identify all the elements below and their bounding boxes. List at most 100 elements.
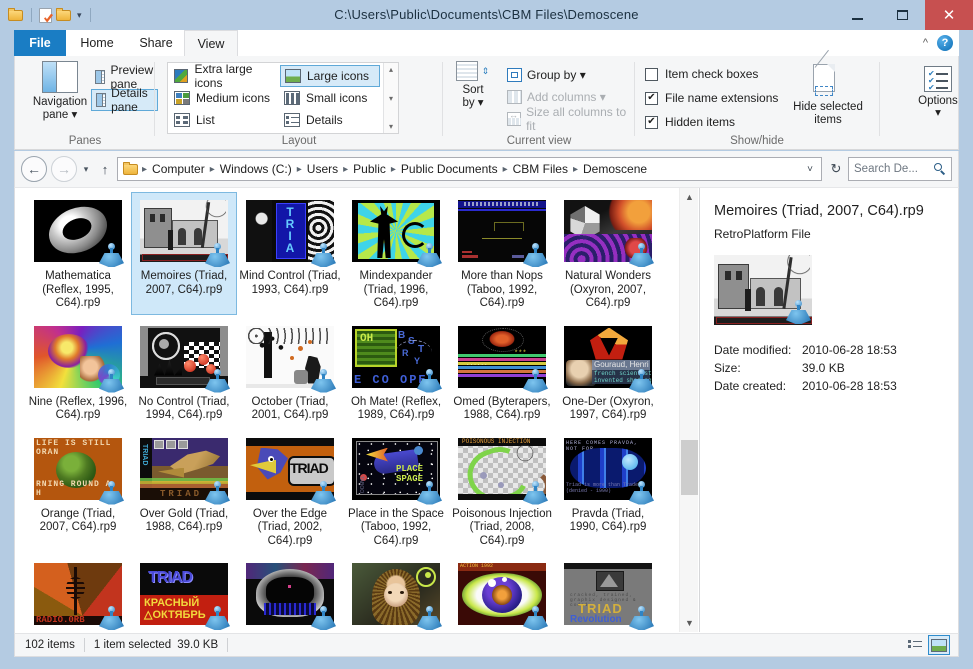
- view-details[interactable]: Details: [280, 109, 380, 131]
- joystick-overlay-icon: [415, 606, 443, 632]
- view-medium-icons[interactable]: Medium icons: [170, 87, 278, 109]
- file-item[interactable]: October (Triad, 2001, C64).rp9: [237, 318, 343, 427]
- item-check-boxes-option[interactable]: Item check boxes: [645, 67, 758, 81]
- back-button[interactable]: ←: [21, 156, 47, 182]
- file-name: Poisonous Injection (Triad, 2008, C64).r…: [452, 507, 552, 547]
- breadcrumb-users[interactable]: Users: [303, 162, 342, 176]
- file-item[interactable]: No Control (Triad, 1994, C64).rp9: [131, 318, 237, 427]
- scrollbar-thumb[interactable]: [681, 440, 698, 495]
- forward-button[interactable]: →: [51, 156, 77, 182]
- file-list[interactable]: Mathematica (Reflex, 1995, C64).rp9 Memo…: [15, 188, 699, 632]
- ribbon-group-label-layout: Layout: [281, 135, 317, 147]
- chevron-up-icon[interactable]: ^: [923, 37, 928, 49]
- joystick-overlay-icon: [309, 606, 337, 632]
- view-list[interactable]: List: [170, 109, 278, 131]
- breadcrumb-demoscene[interactable]: Demoscene: [579, 162, 651, 176]
- breadcrumb-public-documents[interactable]: Public Documents: [397, 162, 502, 176]
- thumbnail-wrap: [244, 321, 336, 393]
- file-item[interactable]: Mathematica (Reflex, 1995, C64).rp9: [25, 192, 131, 315]
- navigation-pane-button[interactable]: Navigation pane ▾: [23, 61, 97, 122]
- search-icon[interactable]: [934, 163, 946, 175]
- breadcrumb-public[interactable]: Public: [349, 162, 390, 176]
- file-item[interactable]: [343, 555, 449, 632]
- group-by-button[interactable]: Group by ▾: [503, 64, 590, 86]
- help-icon[interactable]: ?: [937, 35, 953, 51]
- joystick-overlay-icon: [309, 480, 337, 507]
- sort-by-button[interactable]: ⇕ Sort by ▾: [445, 61, 501, 110]
- view-extra-large-icons[interactable]: Extra large icons: [170, 62, 278, 90]
- file-item[interactable]: LIFE IS STILL ORAN RNING ROUND A H Orang…: [25, 430, 131, 553]
- large-icons-view-button[interactable]: [928, 635, 950, 655]
- file-item[interactable]: Mindexpander (Triad, 1996, C64).rp9: [343, 192, 449, 315]
- breadcrumb-computer[interactable]: Computer: [148, 162, 209, 176]
- joystick-overlay-icon: [309, 243, 337, 269]
- up-button[interactable]: ↑: [95, 162, 115, 177]
- file-item[interactable]: Natural Wonders (Oxyron, 2007, C64).rp9: [555, 192, 661, 315]
- file-item[interactable]: More than Nops (Taboo, 1992, C64).rp9: [449, 192, 555, 315]
- tab-home[interactable]: Home: [66, 30, 128, 56]
- file-item[interactable]: TRIAD Over the Edge (Triad, 2002, C64).r…: [237, 430, 343, 553]
- file-item-selected[interactable]: Memoires (Triad, 2007, C64).rp9: [131, 192, 237, 315]
- group-by-label: Group by ▾: [527, 68, 586, 82]
- new-folder-icon[interactable]: [56, 8, 72, 22]
- size-all-columns-button[interactable]: Size all columns to fit: [503, 105, 635, 133]
- file-item[interactable]: [237, 555, 343, 632]
- minimize-button[interactable]: [835, 0, 880, 30]
- item-check-boxes-checkbox[interactable]: [645, 67, 658, 81]
- hidden-items-option[interactable]: ✔ Hidden items: [645, 115, 735, 129]
- details-view-button[interactable]: [904, 635, 926, 655]
- item-check-boxes-label: Item check boxes: [665, 67, 759, 81]
- options-label-2: ▾: [935, 107, 941, 119]
- recent-locations-button[interactable]: ▾: [77, 164, 95, 175]
- file-name-extensions-option[interactable]: ✔ File name extensions: [645, 91, 778, 105]
- file-name-extensions-checkbox[interactable]: ✔: [645, 91, 658, 105]
- file-item[interactable]: TRIAD TRIAD Over Gold (Triad, 1988, C64)…: [131, 430, 237, 553]
- close-button[interactable]: ✕: [925, 0, 973, 30]
- file-item[interactable]: Gouraud, Henri french scientist invented …: [555, 318, 661, 427]
- hide-selected-items-button[interactable]: Hide selected items: [785, 49, 871, 127]
- refresh-button[interactable]: ↻: [824, 161, 848, 177]
- file-item[interactable]: *** ...... Omed (Byterapers, 1988, C64).…: [449, 318, 555, 427]
- file-item[interactable]: PLACE SPACE TABOO Place in the Space (Ta…: [343, 430, 449, 553]
- scroll-up-icon[interactable]: ▴: [389, 65, 393, 74]
- thumbnail-wrap: [138, 321, 230, 393]
- file-item[interactable]: TRIAD КРАСНЫЙ △ОКТЯБРЬ: [131, 555, 237, 632]
- hidden-items-checkbox[interactable]: ✔: [645, 115, 658, 129]
- scroll-up-button[interactable]: ▲: [680, 188, 699, 206]
- layout-list-scrollbar[interactable]: ▴ ▾ ▾: [383, 63, 398, 133]
- tab-view[interactable]: View: [184, 30, 238, 56]
- details-pane-button[interactable]: Details pane: [91, 86, 158, 114]
- joystick-overlay-icon: [97, 480, 125, 507]
- file-item[interactable]: cracked, trained, graphix designed & cod…: [555, 555, 661, 632]
- thumbnail-wrap: [138, 195, 230, 267]
- customize-qat-icon[interactable]: ▾: [76, 10, 83, 20]
- scroll-more-icon[interactable]: ▾: [389, 122, 393, 131]
- file-item[interactable]: Nine (Reflex, 1996, C64).rp9: [25, 318, 131, 427]
- list-view-icon: [174, 113, 190, 127]
- breadcrumb-bar[interactable]: ▸ Computer ▸ Windows (C:) ▸ Users ▸ Publ…: [117, 157, 822, 181]
- preview-pane-button[interactable]: Preview pane: [91, 63, 162, 91]
- view-small-icons[interactable]: Small icons: [280, 87, 380, 109]
- search-box[interactable]: Search De...: [848, 157, 952, 181]
- breadcrumb-windows-c[interactable]: Windows (C:): [216, 162, 296, 176]
- tab-share[interactable]: Share: [128, 30, 184, 56]
- window-controls: ✕: [835, 0, 973, 30]
- file-item[interactable]: POISONOUS INJECTION Poisonous Injection …: [449, 430, 555, 553]
- folder-icon[interactable]: [8, 8, 24, 22]
- chevron-down-icon[interactable]: ˅: [801, 164, 819, 175]
- file-item[interactable]: OH B S T R Y E CO OPE Oh Mate! (Reflex, …: [343, 318, 449, 427]
- file-item[interactable]: TRIA Mind Control (Triad, 1993, C64).rp9: [237, 192, 343, 315]
- scroll-down-icon[interactable]: ▾: [389, 94, 393, 103]
- file-item[interactable]: RADIO.0RB: [25, 555, 131, 632]
- scroll-down-button[interactable]: ▼: [680, 614, 699, 632]
- breadcrumb-cbm-files[interactable]: CBM Files: [509, 162, 572, 176]
- tab-file[interactable]: File: [14, 30, 66, 56]
- thumbnail-wrap: cracked, trained, graphix designed & cod…: [562, 558, 654, 630]
- view-large-icons[interactable]: Large icons: [280, 65, 380, 87]
- file-list-scrollbar[interactable]: ▲ ▼: [679, 188, 698, 632]
- options-button[interactable]: ✔ ✔ ✔ Options ▾: [901, 66, 973, 120]
- file-item[interactable]: HERE COMES PRAVDA, NOT FOR... Triad is m…: [555, 430, 661, 553]
- file-item[interactable]: ACTION 1992: [449, 555, 555, 632]
- properties-icon[interactable]: [39, 7, 52, 23]
- maximize-button[interactable]: [880, 0, 925, 30]
